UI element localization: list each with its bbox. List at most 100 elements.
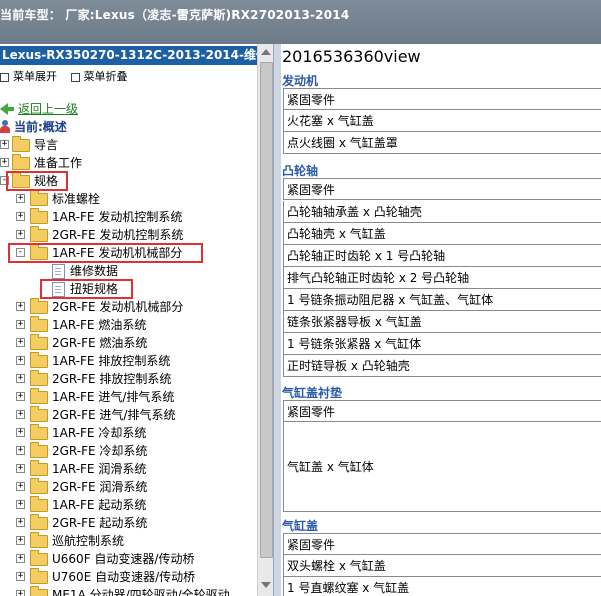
tree-item-label[interactable]: 1AR-FE 进气/排气系统 (52, 388, 174, 406)
tree-item-label[interactable]: 2GR-FE 燃油系统 (52, 334, 147, 352)
tree-item[interactable]: + U660F 自动变速器/传动桥 (0, 550, 270, 568)
expand-node-icon[interactable]: + (16, 320, 25, 329)
expand-node-icon[interactable]: + (16, 392, 25, 401)
tree-item[interactable]: +2GR-FE 发动机控制系统 (0, 226, 270, 244)
collapse-icon (70, 72, 80, 82)
expand-node-icon[interactable]: + (0, 140, 9, 149)
tree-item[interactable]: +1AR-FE 排放控制系统 (0, 352, 270, 370)
tree-item[interactable]: +2GR-FE 润滑系统 (0, 478, 270, 496)
tree-item-label[interactable]: 导言 (34, 136, 58, 154)
tree-item[interactable]: +2GR-FE 发动机机械部分 (0, 298, 270, 316)
folder-icon (12, 136, 30, 152)
expand-node-icon[interactable]: + (16, 536, 25, 545)
expand-node-icon[interactable]: + (16, 482, 25, 491)
tree-item-label[interactable]: 2GR-FE 排放控制系统 (52, 370, 171, 388)
table-cell-text: 气缸盖 x 气缸体 (287, 460, 374, 474)
table-row: 凸轮轴壳 x 气缸盖 (283, 223, 601, 245)
tree-item-label[interactable]: 1AR-FE 燃油系统 (52, 316, 146, 334)
tree-item-label[interactable]: 1AR-FE 发动机控制系统 (52, 208, 182, 226)
expand-node-icon[interactable]: + (16, 194, 25, 203)
tree-item-label[interactable]: 2GR-FE 冷却系统 (52, 442, 147, 460)
tree-item-label[interactable]: 维修数据 (70, 262, 118, 280)
tree-item-label[interactable]: 准备工作 (34, 154, 82, 172)
folder-icon (30, 496, 48, 512)
expand-node-icon[interactable]: + (16, 518, 25, 527)
expand-node-icon[interactable]: + (16, 302, 25, 311)
expand-node-icon[interactable]: + (16, 500, 25, 509)
highlight-box-engine-mech (8, 243, 203, 263)
folder-icon (30, 424, 48, 440)
tree-item[interactable]: +2GR-FE 冷却系统 (0, 442, 270, 460)
expand-node-icon[interactable]: + (16, 338, 25, 347)
expand-node-icon[interactable]: + (16, 212, 25, 221)
folder-icon (30, 460, 48, 476)
tree-item-label[interactable]: U660F 自动变速器/传动桥 (52, 550, 194, 568)
tree-item[interactable]: +1AR-FE 进气/排气系统 (0, 388, 270, 406)
tree-item[interactable]: +1AR-FE 冷却系统 (0, 424, 270, 442)
table-row: 排气凸轮轴正时齿轮 x 2 号凸轮轴 (283, 267, 601, 289)
expand-node-icon[interactable]: + (16, 356, 25, 365)
tree-item-label[interactable]: 1AR-FE 冷却系统 (52, 424, 146, 442)
scroll-thumb[interactable] (260, 62, 273, 558)
tree-item[interactable]: + ME1A 分动器/四轮驱动/全轮驱动 (0, 586, 270, 596)
table-cell-text: 凸轮轴壳 x 气缸盖 (287, 227, 386, 241)
folder-icon (30, 226, 48, 242)
expand-node-icon[interactable]: + (16, 230, 25, 239)
folder-icon (30, 532, 48, 548)
expand-node-icon[interactable]: + (16, 428, 25, 437)
expand-node-icon[interactable]: + (16, 410, 25, 419)
scroll-down-icon[interactable] (261, 582, 271, 588)
table-cell-text: 链条张紧器导板 x 气缸盖 (287, 315, 422, 329)
folder-icon (30, 568, 48, 584)
section-heading: 气缸盖 (282, 519, 319, 533)
table-row: 正时链导板 x 凸轮轴壳 (283, 355, 601, 377)
expand-node-icon[interactable]: + (16, 374, 25, 383)
back-link[interactable]: 返回上一级 (18, 102, 78, 116)
table-row: 1 号链条张紧器 x 气缸体 (283, 333, 601, 355)
tree-item[interactable]: +2GR-FE 燃油系统 (0, 334, 270, 352)
tree-scrollbar[interactable] (257, 44, 274, 596)
tree-item-label[interactable]: 2GR-FE 润滑系统 (52, 478, 147, 496)
tree-item[interactable]: +1AR-FE 燃油系统 (0, 316, 270, 334)
expand-node-icon[interactable]: + (16, 590, 25, 596)
tree-item[interactable]: +2GR-FE 起动系统 (0, 514, 270, 532)
tree-item[interactable]: + 导言 (0, 136, 270, 154)
expand-menu-button[interactable]: 菜单展开 (0, 70, 57, 83)
tree-item[interactable]: 维修数据 (0, 262, 270, 280)
tree-item-label[interactable]: 巡航控制系统 (52, 532, 124, 550)
table-header-cell: 紧固零件 (283, 88, 601, 110)
collapse-menu-button[interactable]: 菜单折叠 (70, 70, 128, 83)
tree-item-label[interactable]: U760E 自动变速器/传动桥 (52, 568, 195, 586)
back-link-row[interactable]: 返回上一级 (0, 100, 78, 118)
tree-item[interactable]: + 准备工作 (0, 154, 270, 172)
tree-item-label[interactable]: 1AR-FE 润滑系统 (52, 460, 146, 478)
tree-item-label[interactable]: 2GR-FE 起动系统 (52, 514, 147, 532)
table-cell-text: 1 号链条振动阻尼器 x 气缸盖、气缸体 (287, 293, 494, 307)
scroll-up-icon[interactable] (261, 49, 271, 55)
tree-item[interactable]: + 标准螺栓 (0, 190, 270, 208)
expand-node-icon[interactable]: + (16, 464, 25, 473)
tree-item[interactable]: +2GR-FE 排放控制系统 (0, 370, 270, 388)
table-header-cell: 紧固零件 (283, 178, 601, 200)
tree-item-label[interactable]: 2GR-FE 发动机控制系统 (52, 226, 183, 244)
folder-icon (30, 208, 48, 224)
tree-item[interactable]: +2GR-FE 进气/排气系统 (0, 406, 270, 424)
tree-item[interactable]: +1AR-FE 发动机控制系统 (0, 208, 270, 226)
tree-item-label[interactable]: 标准螺栓 (52, 190, 100, 208)
tree-item[interactable]: +1AR-FE 起动系统 (0, 496, 270, 514)
expand-node-icon[interactable]: + (16, 572, 25, 581)
tree-item-label[interactable]: 2GR-FE 进气/排气系统 (52, 406, 175, 424)
tree-item-label[interactable]: 1AR-FE 排放控制系统 (52, 352, 170, 370)
tree-item-label[interactable]: 1AR-FE 起动系统 (52, 496, 146, 514)
tree-item-label[interactable]: ME1A 分动器/四轮驱动/全轮驱动 (52, 586, 230, 596)
expand-icon (0, 72, 9, 82)
current-vehicle-title: 当前车型： 厂家:Lexus（凌志-雷克萨斯)RX2702013-2014 (0, 8, 350, 22)
table-row: 链条张紧器导板 x 气缸盖 (283, 311, 601, 333)
expand-node-icon[interactable]: + (16, 554, 25, 563)
expand-node-icon[interactable]: + (0, 158, 9, 167)
expand-node-icon[interactable]: + (16, 446, 25, 455)
tree-item[interactable]: + U760E 自动变速器/传动桥 (0, 568, 270, 586)
tree-item-label[interactable]: 2GR-FE 发动机机械部分 (52, 298, 183, 316)
tree-item[interactable]: + 巡航控制系统 (0, 532, 270, 550)
tree-item[interactable]: +1AR-FE 润滑系统 (0, 460, 270, 478)
